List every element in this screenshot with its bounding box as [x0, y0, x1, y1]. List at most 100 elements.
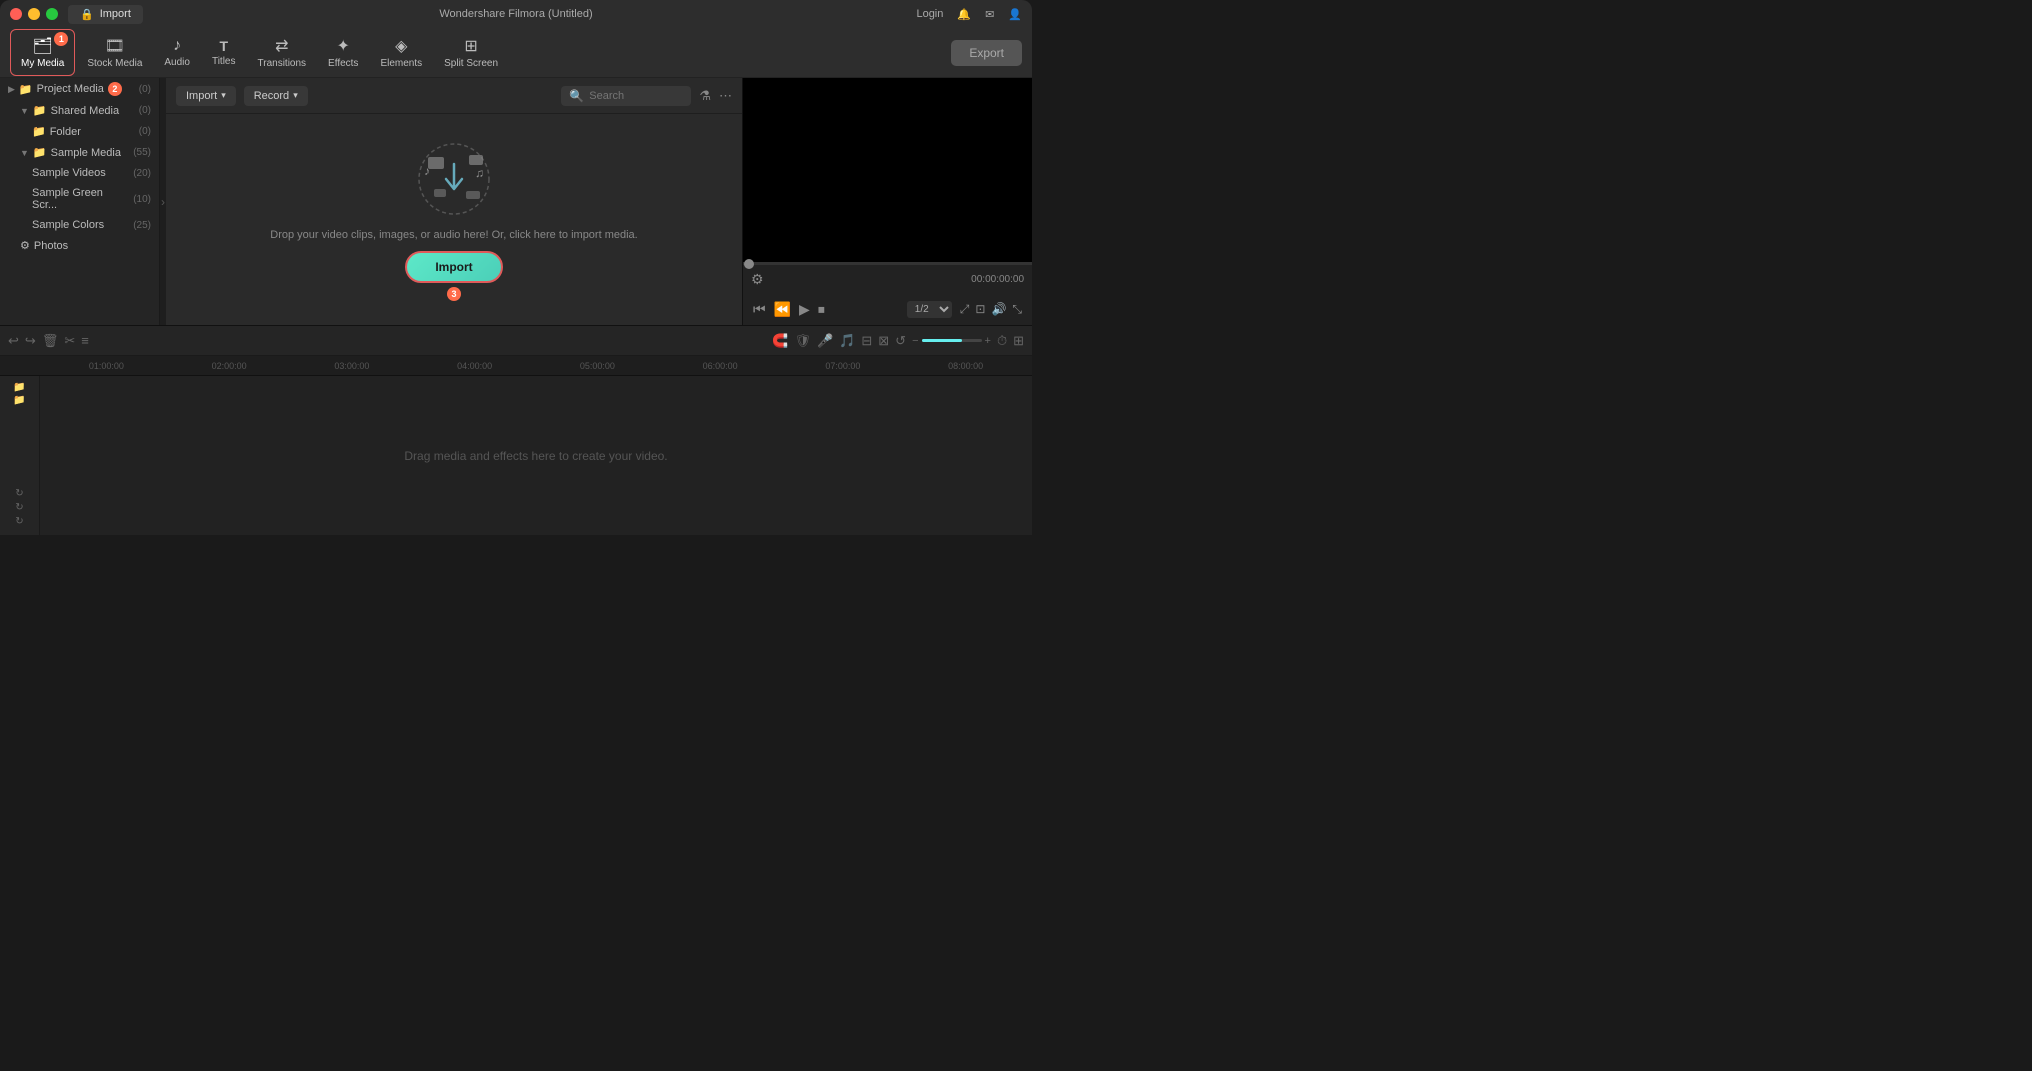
- delete-button[interactable]: 🗑: [42, 333, 59, 349]
- stop-button[interactable]: ⏹: [818, 301, 825, 318]
- sidebar-item-photos[interactable]: ⚙ Photos: [0, 235, 159, 256]
- tl-loop-icon[interactable]: ↻: [2, 488, 37, 499]
- grid-icon[interactable]: ⋯: [719, 88, 732, 104]
- toolbar-item-elements[interactable]: ◈ Elements: [370, 30, 432, 75]
- search-box: 🔍: [561, 86, 691, 106]
- speed-control: − +: [912, 335, 991, 347]
- sidebar-item-sample-green-scr[interactable]: Sample Green Scr... (10): [0, 183, 159, 215]
- import-button-badge: 3: [447, 287, 461, 301]
- tl-marker-icon[interactable]: ↻: [2, 502, 37, 513]
- timeline-empty-area: Drag media and effects here to create yo…: [40, 376, 1032, 535]
- minimize-button[interactable]: [28, 8, 40, 20]
- app-title: Wondershare Filmora (Untitled): [439, 8, 592, 20]
- photos-icon: ⚙: [20, 239, 30, 252]
- tl-grid-icon[interactable]: ⊞: [1013, 333, 1024, 349]
- preview-area: [743, 78, 1032, 262]
- toolbar-item-titles[interactable]: T Titles: [202, 32, 246, 73]
- notification-icon[interactable]: 🔔: [957, 8, 971, 21]
- zoom-in-icon[interactable]: +: [985, 335, 991, 347]
- project-media-badge: 2: [108, 82, 122, 96]
- toolbar-item-audio[interactable]: ♪ Audio: [154, 31, 200, 74]
- add-audio-track-button[interactable]: 📁: [13, 395, 25, 406]
- close-button[interactable]: [10, 8, 22, 20]
- record-chevron-icon: ▾: [293, 90, 298, 101]
- folder-icon-shared: 📁: [33, 104, 47, 117]
- tl-mic-icon[interactable]: 🎤: [817, 333, 833, 349]
- titles-label: Titles: [212, 56, 236, 67]
- tl-split-icon[interactable]: ⊟: [861, 333, 872, 349]
- undo-button[interactable]: ↩: [8, 333, 19, 349]
- audio-icon: ♪: [173, 37, 181, 55]
- right-panel: ⚙ 00:00:00:00 ⏮ ⏪ ▶ ⏹ 1/2 1/4 Full ⤢ ⊡ 🔊…: [742, 78, 1032, 325]
- tl-crop-icon[interactable]: ⊠: [878, 333, 889, 349]
- sidebar-item-shared-media[interactable]: ▼ 📁 Shared Media (0): [0, 100, 159, 121]
- sample-colors-count: (25): [133, 220, 151, 231]
- toolbar-item-effects[interactable]: ✦ Effects: [318, 30, 368, 75]
- export-button[interactable]: Export: [951, 40, 1022, 66]
- tl-header-6: 06:00:00: [659, 361, 782, 371]
- cut-button[interactable]: ✂: [64, 333, 75, 349]
- panel-splitter[interactable]: [160, 78, 166, 325]
- timeline-header: 01:00:00 02:00:00 03:00:00 04:00:00 05:0…: [0, 356, 1032, 376]
- toolbar-item-my-media[interactable]: 🗂 My Media 1: [10, 29, 75, 76]
- toolbar-item-transitions[interactable]: ⇄ Transitions: [248, 30, 317, 75]
- login-link[interactable]: Login: [916, 8, 943, 20]
- tl-header-2: 02:00:00: [168, 361, 291, 371]
- tl-magnet-icon[interactable]: 🧲: [772, 333, 788, 349]
- toolbar-item-stock-media[interactable]: 🎞 Stock Media: [77, 30, 152, 75]
- tl-header-4: 04:00:00: [413, 361, 536, 371]
- import-dropdown-button[interactable]: Import ▾: [176, 86, 236, 106]
- progress-bar[interactable]: [743, 262, 1032, 265]
- drop-zone: ♪ ♫ Drop your video clips, images, or au…: [166, 114, 742, 325]
- transitions-label: Transitions: [258, 58, 307, 69]
- playback-bar: ⏮ ⏪ ▶ ⏹ 1/2 1/4 Full ⤢ ⊡ 🔊 ⤡: [743, 293, 1032, 325]
- sample-media-count: (55): [133, 147, 151, 158]
- crop-icon[interactable]: ⊡: [975, 302, 985, 317]
- tl-extra-icon[interactable]: ↻: [2, 516, 37, 527]
- tl-refresh-icon[interactable]: ↺: [895, 333, 906, 349]
- tl-shield-icon[interactable]: 🛡: [794, 333, 811, 349]
- maximize-button[interactable]: [46, 8, 58, 20]
- folder-count: (0): [139, 126, 151, 137]
- import-button[interactable]: Import: [405, 251, 502, 283]
- toolbar-item-split-screen[interactable]: ⊞ Split Screen: [434, 30, 508, 75]
- adjust-button[interactable]: ≡: [81, 333, 89, 348]
- tab-label: Import: [100, 8, 131, 20]
- redo-button[interactable]: ↪: [25, 333, 36, 349]
- fullscreen-icon[interactable]: ⤢: [960, 302, 970, 317]
- playback-rate-select[interactable]: 1/2 1/4 Full: [907, 301, 952, 318]
- playhead: [744, 259, 754, 269]
- preview-timecode: 00:00:00:00: [971, 274, 1024, 285]
- skip-back-button[interactable]: ⏮: [753, 301, 766, 318]
- expand-icon[interactable]: ⤡: [1012, 302, 1022, 317]
- tl-clock-icon[interactable]: ⏱: [997, 333, 1007, 349]
- tl-header-7: 07:00:00: [782, 361, 905, 371]
- sidebar-item-project-media[interactable]: ▶ 📁 Project Media 2 (0): [0, 78, 159, 100]
- zoom-out-icon[interactable]: −: [912, 335, 918, 347]
- volume-icon[interactable]: 🔊: [991, 302, 1006, 317]
- preview-settings-icon[interactable]: ⚙: [751, 271, 764, 288]
- user-icon[interactable]: 👤: [1008, 8, 1022, 21]
- left-panel: ▶ 📁 Project Media 2 (0) ▼ 📁 Shared Media…: [0, 78, 160, 325]
- search-input[interactable]: [589, 90, 679, 102]
- record-dropdown-button[interactable]: Record ▾: [244, 86, 308, 106]
- shared-media-label: Shared Media: [51, 105, 120, 117]
- mail-icon[interactable]: ✉: [985, 8, 994, 21]
- project-media-label: Project Media: [37, 83, 104, 95]
- traffic-lights: [10, 8, 58, 20]
- play-button[interactable]: ▶: [799, 301, 810, 318]
- tl-music-icon[interactable]: 🎵: [839, 333, 855, 349]
- sidebar-item-sample-videos[interactable]: Sample Videos (20): [0, 163, 159, 183]
- timeline-drag-hint: Drag media and effects here to create yo…: [404, 449, 667, 463]
- filter-icon[interactable]: ⚗: [699, 88, 711, 104]
- search-icon: 🔍: [569, 89, 584, 103]
- sidebar-item-folder[interactable]: 📁 Folder (0): [0, 121, 159, 142]
- speed-bar[interactable]: [922, 339, 982, 342]
- import-tab[interactable]: 🔒 Import: [68, 5, 143, 24]
- tl-header-8: 08:00:00: [904, 361, 1027, 371]
- frame-back-button[interactable]: ⏪: [774, 301, 791, 318]
- sidebar-item-sample-colors[interactable]: Sample Colors (25): [0, 215, 159, 235]
- sidebar-item-sample-media[interactable]: ▼ 📁 Sample Media (55): [0, 142, 159, 163]
- drop-zone-icon: ♪ ♫: [414, 139, 494, 219]
- add-video-track-button[interactable]: 📁: [13, 382, 25, 393]
